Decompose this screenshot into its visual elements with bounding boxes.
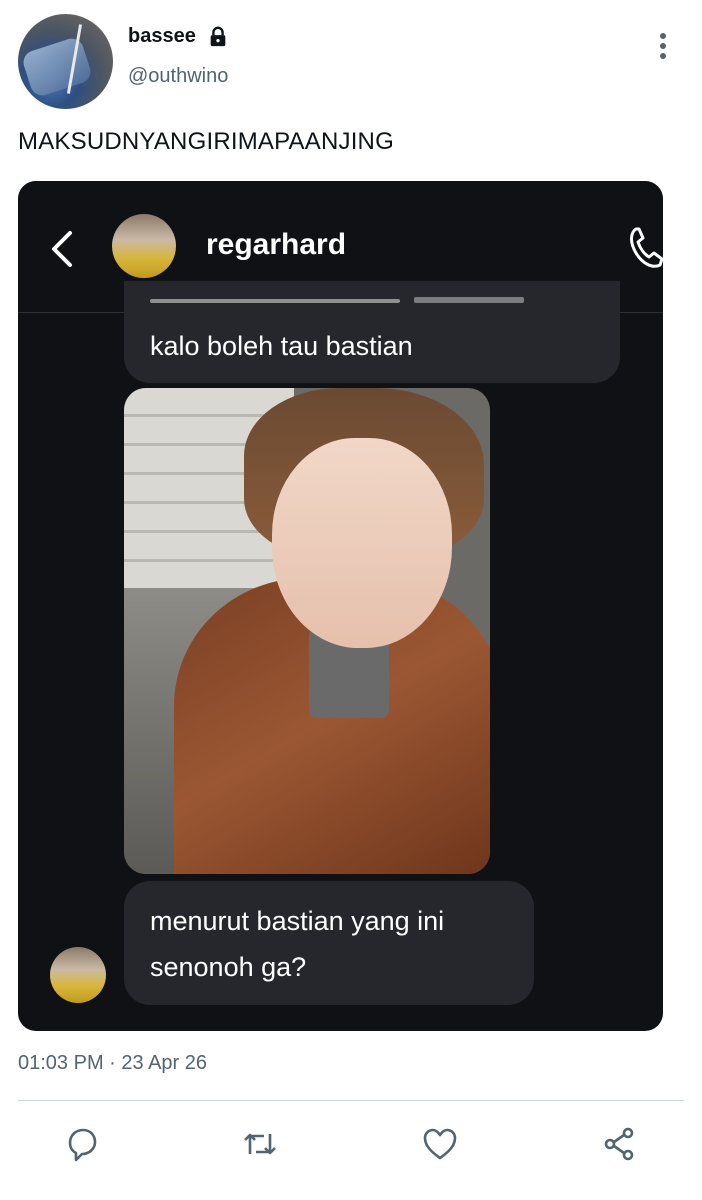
share-icon[interactable]	[600, 1124, 640, 1164]
message-bubble: kalo boleh tau bastian	[124, 281, 620, 383]
chevron-left-icon	[52, 231, 72, 267]
tweet-text: MAKSUDNYANGIRIMAPAANJING	[18, 128, 394, 155]
author-handle[interactable]: @outhwino	[128, 65, 228, 88]
retweet-icon[interactable]	[240, 1124, 280, 1164]
heart-icon[interactable]	[420, 1124, 460, 1164]
cut-off-text-line	[150, 299, 400, 303]
message-bubble: menurut bastian yang ini senonoh ga?	[124, 881, 534, 1005]
dm-screenshot-image[interactable]: regarhard kalo boleh tau bastian menurut…	[18, 181, 663, 1031]
tweet-timestamp[interactable]: 01:03 PM · 23 Apr 26	[18, 1052, 207, 1075]
divider	[18, 1100, 684, 1101]
message-text: kalo boleh tau bastian	[150, 331, 413, 361]
contact-avatar	[112, 214, 176, 278]
lock-icon	[210, 26, 226, 47]
cut-off-text-line	[414, 297, 524, 303]
photo-message	[124, 388, 490, 874]
message-text-line: senonoh ga?	[150, 952, 307, 982]
more-vertical-icon[interactable]	[650, 30, 676, 62]
avatar-pillow-shape	[20, 35, 94, 99]
sender-avatar	[50, 947, 106, 1003]
author-avatar[interactable]	[18, 14, 113, 109]
author-display-name[interactable]: bassee	[128, 25, 196, 48]
message-text-line: menurut bastian yang ini	[150, 906, 445, 936]
phone-icon	[630, 227, 663, 268]
contact-name: regarhard	[206, 228, 347, 261]
reply-icon[interactable]	[62, 1124, 102, 1164]
photo-face	[272, 438, 452, 648]
